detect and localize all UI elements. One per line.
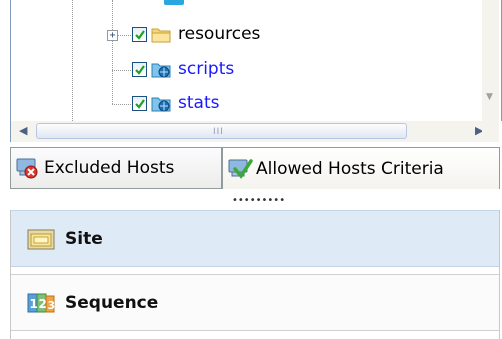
list-item-site[interactable]: Site — [11, 210, 499, 267]
list-item-label: Sequence — [65, 292, 159, 313]
svg-text:3: 3 — [48, 299, 56, 312]
tree-item-label[interactable]: scripts — [178, 59, 234, 79]
directory-tree[interactable]: + resources scripts stats ▼ — [10, 0, 502, 121]
tree-connector-line — [112, 0, 113, 104]
hosts-panel: + resources scripts stats ▼ ◀ III ▶ Excl… — [0, 0, 502, 339]
tree-connector-line — [118, 35, 131, 36]
tab-strip: Excluded Hosts Allowed Hosts Criteria ••… — [0, 142, 502, 210]
tab-label: Allowed Hosts Criteria — [256, 158, 444, 179]
folder-icon-partial — [164, 0, 184, 5]
tree-item-label[interactable]: stats — [178, 93, 219, 113]
list-item-label: Site — [65, 228, 103, 249]
scrollbar-grip: III — [213, 127, 224, 137]
tab-label: Excluded Hosts — [44, 158, 175, 178]
tree-item-label[interactable]: resources — [178, 24, 260, 44]
scrollbar-thumb[interactable]: III — [36, 123, 407, 139]
list-item-sequence[interactable]: 1 2 3 Sequence — [11, 274, 499, 331]
scroll-left-arrow-icon[interactable]: ◀ — [19, 124, 27, 137]
site-folder-icon — [27, 229, 55, 249]
sequence-123-icon: 1 2 3 — [27, 293, 56, 312]
excluded-hosts-icon — [16, 158, 38, 179]
site-folder-icon — [151, 63, 171, 78]
svg-text:1: 1 — [30, 297, 38, 311]
scroll-down-arrow-icon[interactable]: ▼ — [486, 92, 493, 102]
criteria-list: Site 1 2 3 Sequence — [10, 210, 500, 339]
checkbox-resources[interactable] — [132, 27, 147, 42]
allowed-hosts-icon — [228, 158, 253, 179]
svg-text:2: 2 — [39, 297, 47, 311]
checkbox-stats[interactable] — [132, 96, 147, 111]
folder-icon — [151, 28, 171, 43]
horizontal-scrollbar[interactable]: ◀ III ▶ — [10, 121, 483, 142]
tab-allowed-hosts-criteria[interactable]: Allowed Hosts Criteria — [222, 147, 500, 189]
site-folder-icon — [151, 97, 171, 112]
vertical-scrollbar[interactable]: ▼ — [482, 0, 499, 121]
tree-connector-line — [112, 70, 131, 71]
tab-drag-indicator: ••••••••• — [232, 195, 286, 206]
tree-connector-line — [72, 0, 73, 121]
scrollbar-corner — [482, 121, 499, 142]
checkbox-scripts[interactable] — [132, 62, 147, 77]
expand-icon[interactable]: + — [107, 30, 118, 41]
tree-connector-line — [112, 104, 131, 105]
tab-excluded-hosts[interactable]: Excluded Hosts — [10, 147, 222, 189]
